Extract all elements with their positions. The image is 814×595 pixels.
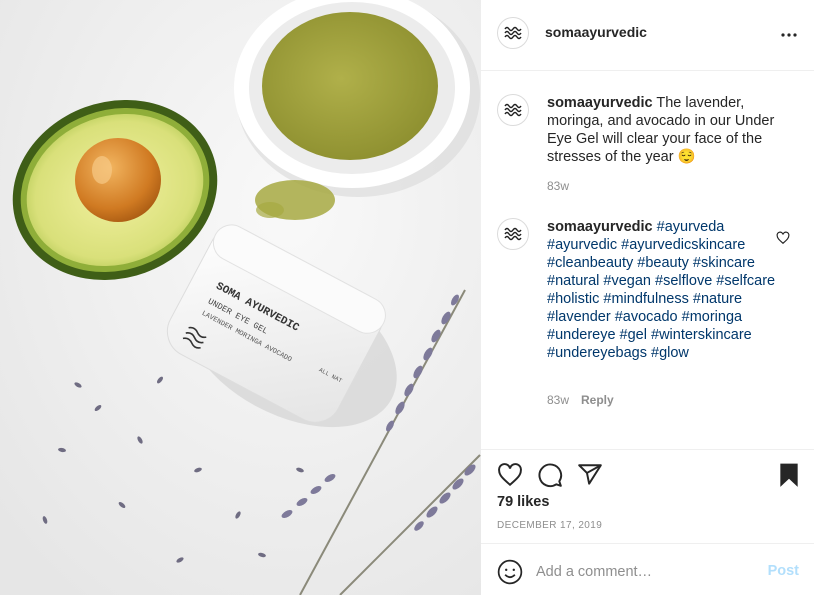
likes-count[interactable]: 79 likes <box>497 494 549 510</box>
bookmark-icon[interactable] <box>776 462 802 488</box>
caption-username[interactable]: somaayurvedic <box>547 95 653 111</box>
wave-logo-icon <box>504 26 522 40</box>
avatar[interactable] <box>497 17 529 49</box>
comment-hashtags[interactable]: #ayurveda #ayurvedic #ayurvedicskincare … <box>547 219 775 361</box>
post-actions: 79 likes DECEMBER 17, 2019 <box>481 449 814 544</box>
post-side-panel: somaayurvedic somaayurvedic The lavender… <box>481 0 814 595</box>
heart-icon[interactable] <box>776 231 790 245</box>
product-photo-illustration: SOMA AYURVEDIC UNDER EYE GEL LAVENDER MO… <box>0 0 481 595</box>
caption-age[interactable]: 83w <box>547 179 569 193</box>
comment-username[interactable]: somaayurvedic <box>547 219 653 235</box>
comment-meta: 83w Reply <box>547 393 614 407</box>
paper-plane-icon[interactable] <box>577 462 603 488</box>
wave-logo-icon <box>504 103 522 117</box>
wave-logo-icon <box>504 227 522 241</box>
emoji-icon[interactable] <box>497 559 523 585</box>
add-comment-bar: Post <box>481 543 814 595</box>
avatar[interactable] <box>497 94 529 126</box>
reply-button[interactable]: Reply <box>581 393 614 407</box>
post-header: somaayurvedic <box>481 0 814 71</box>
comments-list[interactable]: somaayurvedic The lavender, moringa, and… <box>481 72 814 448</box>
post-button[interactable]: Post <box>768 563 799 579</box>
comment-bubble-icon[interactable] <box>537 462 563 488</box>
post-image[interactable]: SOMA AYURVEDIC UNDER EYE GEL LAVENDER MO… <box>0 0 481 595</box>
comment-age[interactable]: 83w <box>547 393 569 407</box>
heart-icon[interactable] <box>497 462 523 488</box>
comment-text-block: somaayurvedic #ayurveda #ayurvedic #ayur… <box>547 218 782 362</box>
more-options-icon[interactable] <box>778 24 800 46</box>
comment-input[interactable] <box>536 560 756 584</box>
header-username[interactable]: somaayurvedic <box>545 24 647 40</box>
caption-text-block: somaayurvedic The lavender, moringa, and… <box>547 94 782 166</box>
post-date[interactable]: DECEMBER 17, 2019 <box>497 520 602 531</box>
avatar[interactable] <box>497 218 529 250</box>
